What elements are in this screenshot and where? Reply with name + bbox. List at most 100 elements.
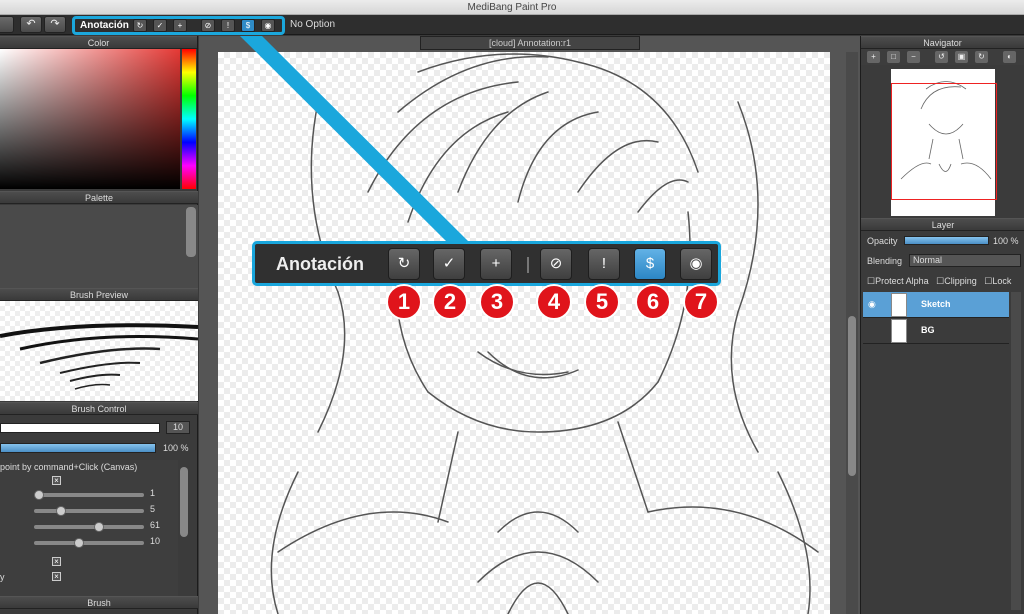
annotation-mode-icon: $: [245, 21, 251, 30]
redo-icon: ↷: [50, 18, 60, 30]
rotate-right-icon[interactable]: ↻: [975, 51, 988, 63]
add-annotation-button[interactable]: +: [173, 19, 187, 32]
canvas-scroll-thumb[interactable]: [848, 316, 856, 476]
brush-size-bar[interactable]: [0, 423, 160, 433]
brush-control-scrollbar[interactable]: [180, 467, 188, 537]
no-option-label: No Option: [290, 19, 336, 30]
layer-opacity-slider[interactable]: [904, 236, 989, 245]
brush-opacity-bar[interactable]: [0, 443, 156, 453]
show-annotation-button[interactable]: ◉: [261, 19, 275, 32]
slider-4[interactable]: [34, 538, 144, 548]
number-badge-6: 6: [635, 284, 671, 320]
slider-2-knob[interactable]: [56, 506, 66, 516]
annotation-label: Anotación: [80, 20, 129, 31]
callout-refresh-button[interactable]: ↻: [388, 248, 420, 280]
slider-4-knob[interactable]: [74, 538, 84, 548]
navigator-preview[interactable]: [891, 69, 997, 216]
checkbox-3[interactable]: ×: [52, 572, 61, 581]
layer-name: Sketch: [921, 299, 951, 309]
navigator-viewport-rect[interactable]: [891, 83, 997, 200]
brush-settings-list: point by command+Click (Canvas) × 1 5 61…: [0, 460, 178, 596]
slider-3[interactable]: [34, 522, 144, 532]
flip-icon[interactable]: ◐: [1003, 51, 1016, 63]
number-badge-4: 4: [536, 284, 572, 320]
protect-alpha-checkbox[interactable]: ☐: [867, 276, 875, 286]
brush-size-input[interactable]: 10: [166, 421, 190, 434]
alert-annotation-icon: !: [601, 255, 607, 272]
number-badge-5: 5: [584, 284, 620, 320]
checkbox-1[interactable]: ×: [52, 476, 61, 485]
brush-panel-title: Brush: [0, 596, 198, 609]
callout-mode-button[interactable]: $: [634, 248, 666, 280]
opacity-label: Opacity: [867, 236, 898, 246]
zoom-out-icon[interactable]: −: [907, 51, 920, 63]
window-title: MediBang Paint Pro: [0, 0, 1024, 15]
layer-name: BG: [921, 325, 935, 335]
callout-separator: [527, 257, 529, 273]
layer-row-sketch[interactable]: ◉ Sketch: [863, 292, 1009, 318]
annotation-toolbar: Anotación ↻ ✓ + ⊘ ! $ ◉: [72, 16, 285, 35]
slider-3-value: 61: [150, 520, 161, 530]
layer-opacity-value: 100 %: [993, 236, 1019, 246]
layer-row-bg[interactable]: BG: [863, 318, 1009, 344]
redo-button[interactable]: ↷: [44, 16, 66, 33]
slider-4-value: 10: [150, 536, 161, 546]
bottom-setting-label: y: [0, 572, 5, 582]
blending-value: Normal: [913, 255, 943, 265]
brush-control-area: 10 100 % point by command+Click (Canvas)…: [0, 419, 198, 599]
clipping-checkbox[interactable]: ☐: [936, 276, 944, 286]
rotate-left-icon[interactable]: ↺: [935, 51, 948, 63]
left-panel: Color Palette Brush Preview Brush Contro…: [0, 36, 199, 614]
alert-annotation-icon: !: [226, 21, 230, 30]
slider-3-knob[interactable]: [94, 522, 104, 532]
sketch-drawing: [270, 53, 819, 614]
layer-options-row: ☐Protect Alpha ☐Clipping ☐Lock: [867, 276, 1011, 287]
fit-icon[interactable]: □: [887, 51, 900, 63]
color-panel-title: Color: [0, 36, 197, 49]
annotation-mode-icon: $: [645, 255, 655, 272]
hide-annotation-button[interactable]: ⊘: [201, 19, 215, 32]
slider-2-value: 5: [150, 504, 156, 514]
actual-size-icon[interactable]: ▣: [955, 51, 968, 63]
palette-scrollbar[interactable]: [186, 207, 196, 257]
callout-hide-button[interactable]: ⊘: [540, 248, 572, 280]
undo-button[interactable]: ↶: [20, 16, 42, 33]
layer-opacity-fill: [905, 237, 988, 244]
callout-check-button[interactable]: ✓: [433, 248, 465, 280]
layer-thumbnail: [891, 293, 907, 317]
canvas-tab[interactable]: [cloud] Annotation:r1: [420, 36, 640, 50]
visibility-eye-icon[interactable]: ◉: [868, 299, 876, 310]
command-click-hint: point by command+Click (Canvas): [0, 462, 138, 472]
zoom-in-icon[interactable]: +: [867, 51, 880, 63]
number-badge-3: 3: [479, 284, 515, 320]
annotation-mode-button[interactable]: $: [241, 19, 255, 32]
canvas-vertical-scrollbar[interactable]: [846, 52, 858, 614]
brush-control-title: Brush Control: [0, 402, 198, 415]
color-picker-field[interactable]: [0, 49, 180, 189]
alert-annotation-button[interactable]: !: [221, 19, 235, 32]
slider-2[interactable]: [34, 506, 144, 516]
clipping-label: Clipping: [944, 276, 977, 286]
callout-alert-button[interactable]: !: [588, 248, 620, 280]
number-badge-1: 1: [386, 284, 422, 320]
check-annotation-button[interactable]: ✓: [153, 19, 167, 32]
hue-slider[interactable]: [182, 49, 196, 189]
callout-add-button[interactable]: +: [480, 248, 512, 280]
slider-1[interactable]: [34, 490, 144, 500]
slider-1-knob[interactable]: [34, 490, 44, 500]
palette-area[interactable]: [0, 205, 198, 293]
layer-scrollbar[interactable]: [1011, 292, 1021, 610]
hide-annotation-icon: ⊘: [204, 21, 212, 30]
number-badge-7: 7: [683, 284, 719, 320]
blending-select[interactable]: Normal: [909, 254, 1021, 267]
callout-show-button[interactable]: ◉: [680, 248, 712, 280]
checkbox-2[interactable]: ×: [52, 557, 61, 566]
add-annotation-icon: +: [177, 21, 183, 30]
callout-label: Anotación: [276, 254, 364, 274]
brush-preview-area: [0, 301, 199, 401]
drawing-canvas[interactable]: [218, 52, 830, 614]
right-panel: Navigator + □ − ↺ ▣ ↻ ◐ Layer Opacity 10…: [860, 36, 1024, 614]
menu-button[interactable]: [0, 16, 14, 33]
refresh-annotation-button[interactable]: ↻: [133, 19, 147, 32]
undo-icon: ↶: [26, 18, 36, 30]
